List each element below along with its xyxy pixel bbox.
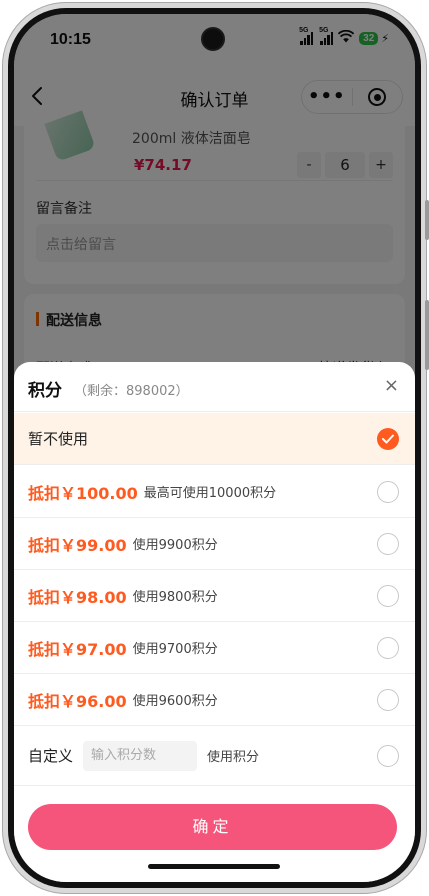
option-amount: 抵扣￥98.00 bbox=[28, 587, 127, 607]
close-icon[interactable]: × bbox=[384, 375, 399, 396]
option-desc: 使用9600积分 bbox=[132, 694, 218, 709]
points-option[interactable]: 抵扣￥99.00 使用9900积分 bbox=[14, 518, 415, 570]
screen: 200ml 液体洁面皂 ¥74.17 - 6 + 留言备注 点击给留言 配送信息… bbox=[14, 14, 415, 882]
option-desc: 最高可使用10000积分 bbox=[143, 486, 277, 501]
radio-circle-icon[interactable] bbox=[377, 481, 399, 503]
side-button bbox=[425, 200, 429, 240]
points-option[interactable]: 抵扣￥96.00 使用9600积分 bbox=[14, 674, 415, 726]
home-indicator bbox=[148, 864, 280, 869]
custom-suffix: 使用积分 bbox=[207, 750, 260, 765]
option-amount: 抵扣￥97.00 bbox=[28, 639, 127, 659]
option-desc: 使用9900积分 bbox=[132, 538, 218, 553]
points-sheet: 积分 （剩余：898002） × 暂不使用 抵扣￥100.00 最高可使用100… bbox=[14, 362, 415, 882]
option-desc: 使用9800积分 bbox=[132, 590, 218, 605]
points-option[interactable]: 抵扣￥97.00 使用9700积分 bbox=[14, 622, 415, 674]
points-option[interactable]: 抵扣￥98.00 使用9800积分 bbox=[14, 570, 415, 622]
option-amount: 抵扣￥96.00 bbox=[28, 691, 127, 711]
radio-circle-icon[interactable] bbox=[377, 585, 399, 607]
checkmark-icon[interactable] bbox=[377, 428, 399, 450]
custom-label: 自定义 bbox=[28, 747, 74, 765]
option-desc: 使用9700积分 bbox=[132, 642, 218, 657]
option-amount: 抵扣￥100.00 bbox=[28, 483, 138, 503]
option-label: 暂不使用 bbox=[28, 430, 89, 448]
sheet-header: 积分 （剩余：898002） × bbox=[14, 362, 415, 412]
option-no-use[interactable]: 暂不使用 bbox=[14, 413, 415, 465]
option-amount: 抵扣￥99.00 bbox=[28, 535, 127, 555]
sheet-title: 积分 bbox=[28, 381, 62, 401]
radio-circle-icon[interactable] bbox=[377, 689, 399, 711]
phone-device: 200ml 液体洁面皂 ¥74.17 - 6 + 留言备注 点击给留言 配送信息… bbox=[0, 0, 429, 896]
points-remaining: （剩余：898002） bbox=[74, 384, 189, 399]
radio-circle-icon[interactable] bbox=[377, 637, 399, 659]
radio-circle-icon[interactable] bbox=[377, 533, 399, 555]
custom-points-row: 自定义 使用积分 bbox=[14, 726, 415, 786]
points-option[interactable]: 抵扣￥100.00 最高可使用10000积分 bbox=[14, 466, 415, 518]
radio-circle-icon[interactable] bbox=[377, 745, 399, 767]
custom-points-input[interactable] bbox=[83, 740, 198, 771]
confirm-button[interactable]: 确定 bbox=[28, 804, 397, 850]
side-button bbox=[425, 300, 429, 370]
